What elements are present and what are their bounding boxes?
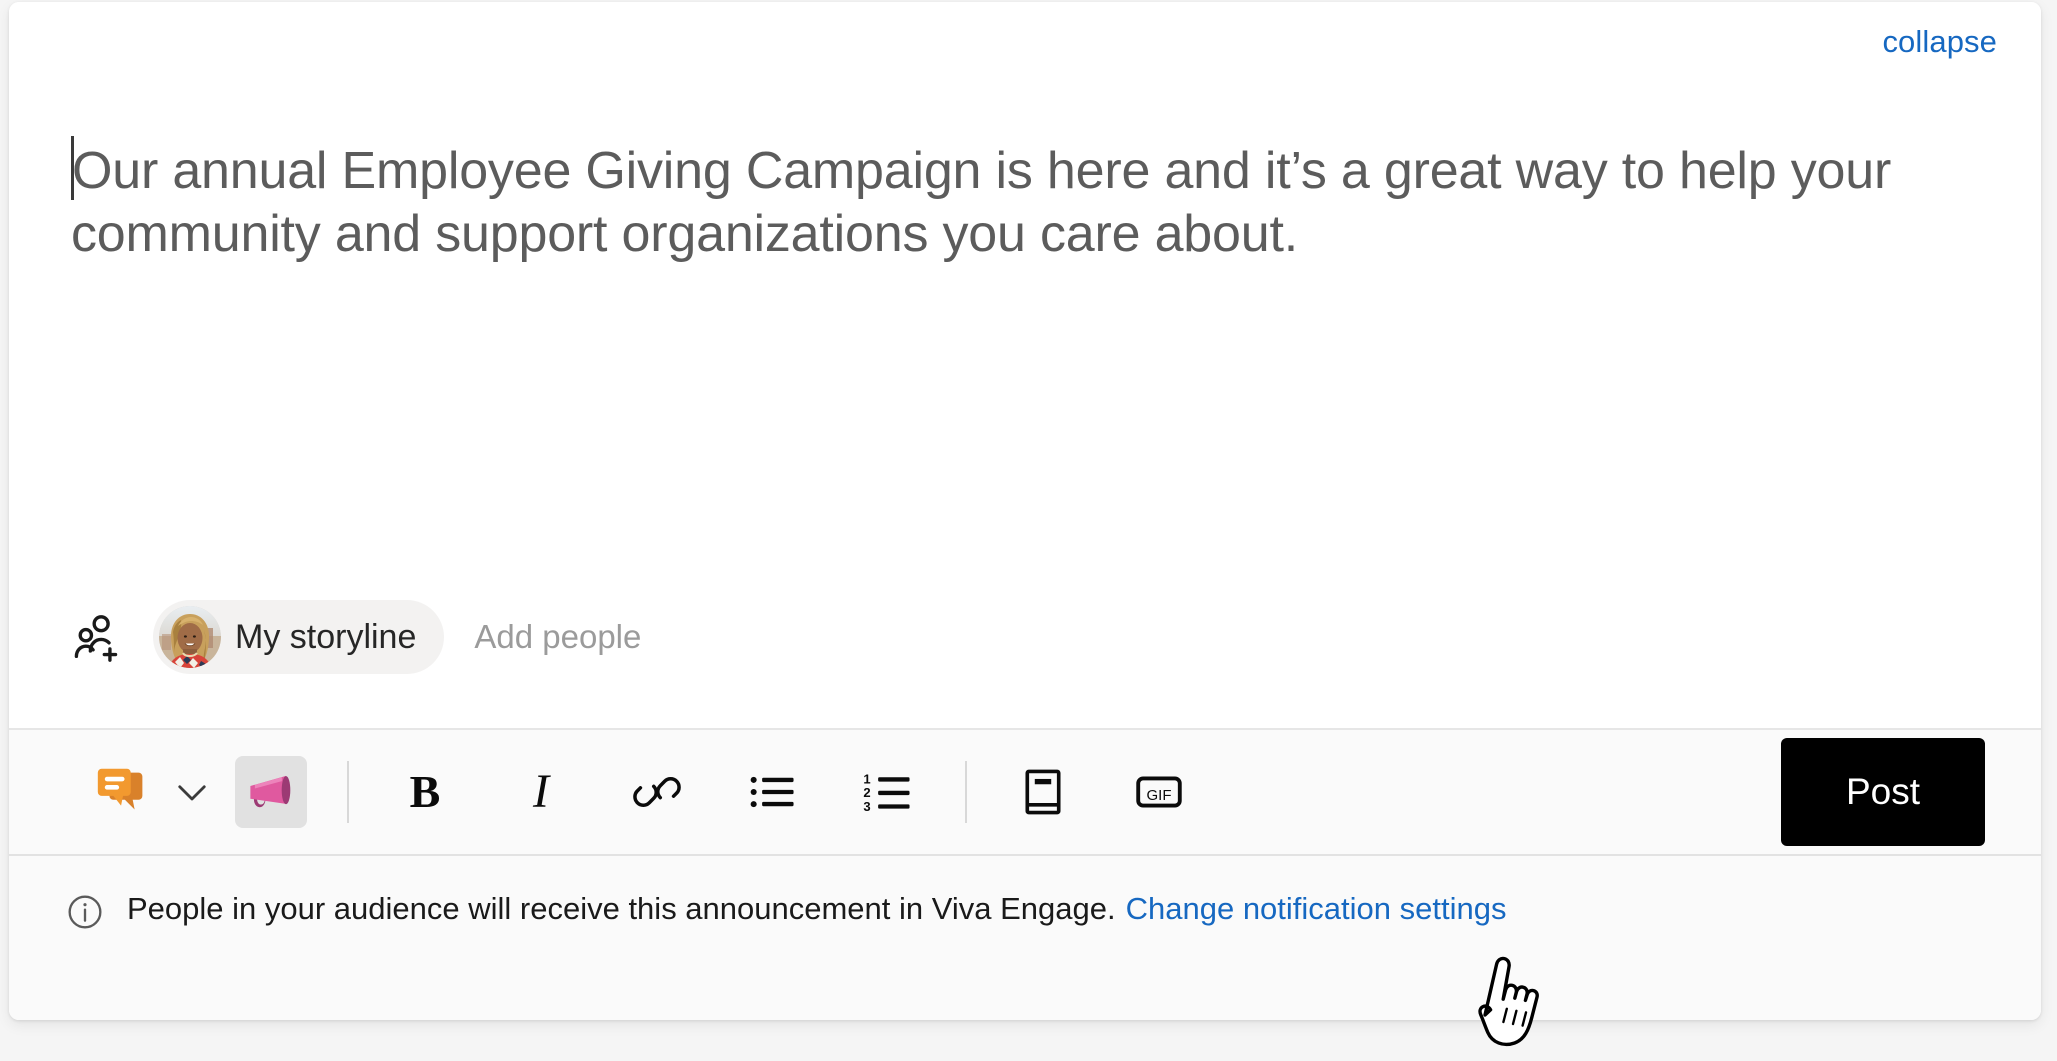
notification-text-wrap: People in your audience will receive thi… — [127, 890, 1506, 929]
collapse-link[interactable]: collapse — [1882, 24, 1997, 60]
audience-row: My storyline Add people — [71, 600, 641, 674]
megaphone-icon — [250, 775, 291, 808]
svg-text:GIF: GIF — [1147, 787, 1172, 804]
svg-text:3: 3 — [863, 799, 870, 814]
message-editor[interactable]: Our annual Employee Giving Campaign is h… — [71, 136, 1921, 436]
info-circle-icon — [65, 892, 105, 932]
avatar — [159, 606, 221, 668]
toolbar-divider-2 — [965, 761, 967, 823]
audience-chip-label: My storyline — [235, 617, 417, 656]
message-text: Our annual Employee Giving Campaign is h… — [71, 142, 1892, 264]
link-button[interactable] — [621, 756, 693, 828]
book-icon — [1025, 769, 1061, 815]
bulleted-list-icon — [750, 776, 794, 808]
announcement-button[interactable] — [235, 756, 307, 828]
svg-text:1: 1 — [863, 771, 870, 786]
link-icon — [633, 777, 681, 807]
gif-button[interactable]: GIF — [1123, 756, 1195, 828]
change-notification-settings-link[interactable]: Change notification settings — [1126, 891, 1507, 926]
praise-button[interactable] — [1007, 756, 1079, 828]
italic-icon: I — [533, 765, 549, 818]
formatting-toolbar: B I 1 2 3 GIF Post — [9, 730, 2041, 856]
bulleted-list-button[interactable] — [737, 756, 809, 828]
post-button[interactable]: Post — [1781, 738, 1985, 846]
post-type-button[interactable] — [87, 756, 159, 828]
notification-bar: People in your audience will receive thi… — [9, 856, 2041, 1020]
svg-text:2: 2 — [863, 785, 870, 800]
add-people-icon[interactable] — [71, 610, 125, 664]
chevron-down-icon — [178, 785, 206, 801]
compose-body: collapse Our annual Employee Giving Camp… — [9, 2, 2041, 730]
bold-button[interactable]: B — [389, 756, 461, 828]
italic-button[interactable]: I — [505, 756, 577, 828]
toolbar-divider-1 — [347, 761, 349, 823]
add-people-input[interactable]: Add people — [474, 618, 641, 656]
bold-icon: B — [409, 766, 441, 817]
numbered-list-button[interactable]: 1 2 3 — [853, 756, 925, 828]
discussion-bubble-icon — [97, 768, 143, 810]
audience-chip-my-storyline[interactable]: My storyline — [153, 600, 445, 674]
post-type-chevron[interactable] — [165, 756, 219, 828]
composer-card: collapse Our annual Employee Giving Camp… — [9, 2, 2041, 1020]
numbered-list-icon: 1 2 3 — [863, 771, 910, 814]
gif-icon: GIF — [1136, 776, 1182, 808]
notification-text: People in your audience will receive thi… — [127, 891, 1116, 926]
screen-root: collapse Our annual Employee Giving Camp… — [0, 0, 2057, 1061]
